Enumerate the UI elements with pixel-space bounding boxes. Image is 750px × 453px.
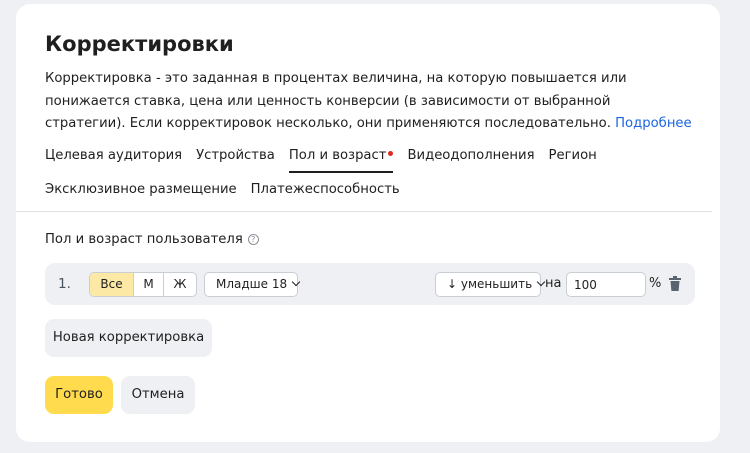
tabs-row-1: Целевая аудитория Устройства Пол и возра… xyxy=(45,148,611,176)
tab-devices[interactable]: Устройства xyxy=(196,148,275,163)
row-index: 1. xyxy=(58,276,71,292)
section-label-text: Пол и возраст пользователя xyxy=(45,232,243,247)
tab-target-audience[interactable]: Целевая аудитория xyxy=(45,148,182,163)
na-label: на xyxy=(545,276,562,291)
new-adjustment-button[interactable]: Новая корректировка xyxy=(45,319,212,357)
age-select-value: Младше 18 xyxy=(216,277,288,291)
help-icon[interactable]: ? xyxy=(247,234,259,245)
tab-solvency[interactable]: Платежеспособность xyxy=(251,182,400,197)
gender-all-button[interactable]: Все xyxy=(90,273,134,296)
adjustment-value-input[interactable] xyxy=(566,272,646,297)
more-link[interactable]: Подробнее xyxy=(615,116,692,131)
description-text: Корректировка - это заданная в процентах… xyxy=(45,71,627,131)
trash-icon[interactable] xyxy=(669,276,681,291)
age-select[interactable]: Младше 18 xyxy=(204,272,301,297)
section-label: Пол и возраст пользователя ? xyxy=(45,232,259,247)
done-button[interactable]: Готово xyxy=(45,376,113,414)
gender-male-button[interactable]: М xyxy=(134,273,164,296)
description: Корректировка - это заданная в процентах… xyxy=(45,68,695,136)
page-title: Корректировки xyxy=(45,32,234,56)
adjustments-card: Корректировки Корректировка - это заданн… xyxy=(16,4,720,442)
direction-select-value: ↓ уменьшить xyxy=(447,277,533,291)
tabs-divider xyxy=(16,211,712,212)
tab-gender-age-label: Пол и возраст xyxy=(288,148,387,163)
cancel-button[interactable]: Отмена xyxy=(121,376,195,414)
tabs-row-2: Эксклюзивное размещение Платежеспособнос… xyxy=(45,182,414,206)
gender-segmented-control: Все М Ж xyxy=(89,272,197,297)
tab-exclusive-placement[interactable]: Эксклюзивное размещение xyxy=(45,182,237,197)
gender-female-button[interactable]: Ж xyxy=(164,273,196,296)
notification-dot xyxy=(388,151,394,156)
chevron-down-icon xyxy=(291,277,301,287)
tab-gender-age[interactable]: Пол и возраст xyxy=(288,148,394,173)
direction-select[interactable]: ↓ уменьшить xyxy=(435,272,546,297)
percent-label: % xyxy=(649,276,662,291)
tab-region[interactable]: Регион xyxy=(549,148,597,163)
adjustment-row: 1. Все М Ж Младше 18 ↓ уменьшить на % xyxy=(45,263,695,305)
tab-video-extensions[interactable]: Видеодополнения xyxy=(407,148,534,163)
